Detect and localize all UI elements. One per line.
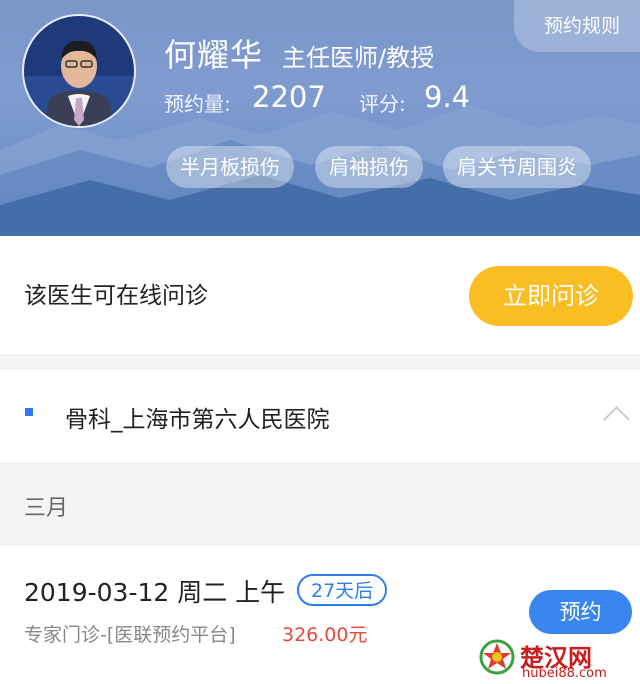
department-marker-icon [25,408,33,416]
department-header[interactable]: 骨科_上海市第六人民医院 [0,370,640,462]
rating-value: 9.4 [424,80,471,114]
consult-now-button[interactable]: 立即问诊 [469,266,633,326]
specialty-tag: 半月板损伤 [166,146,294,188]
watermark-domain: hubei88.com [522,666,607,681]
department-name: 骨科_上海市第六人民医院 [65,407,330,433]
days-until-badge: 27天后 [297,574,388,606]
doctor-title: 主任医师/教授 [282,44,435,72]
slot-date: 2019-03-12 周二 上午 [24,578,286,607]
slot-price: 326.00元 [282,624,368,646]
chevron-up-icon[interactable] [603,406,630,433]
slot-description: 专家门诊-[医联预约平台] [24,624,236,646]
doctor-header: 何耀华 主任医师/教授 预约量: 2207 评分: 9.4 预约规则 半月板损伤… [0,0,640,236]
rating-label: 评分: [359,92,406,116]
book-button[interactable]: 预约 [529,590,632,634]
booking-rules-button[interactable]: 预约规则 [514,0,640,52]
appointments-label: 预约量: [164,92,231,116]
site-watermark: 楚汉网 hubei88.com [470,634,640,684]
specialty-tag: 肩袖损伤 [315,146,423,188]
month-label: 三月 [24,496,69,521]
doctor-avatar [22,14,136,128]
appointments-value: 2207 [252,80,326,114]
specialty-tag: 肩关节周围炎 [443,146,591,188]
doctor-name: 何耀华 [164,36,264,74]
doctor-portrait-icon [24,16,134,126]
online-consult-text: 该医生可在线问诊 [24,283,208,309]
watermark-logo-icon [479,639,515,675]
